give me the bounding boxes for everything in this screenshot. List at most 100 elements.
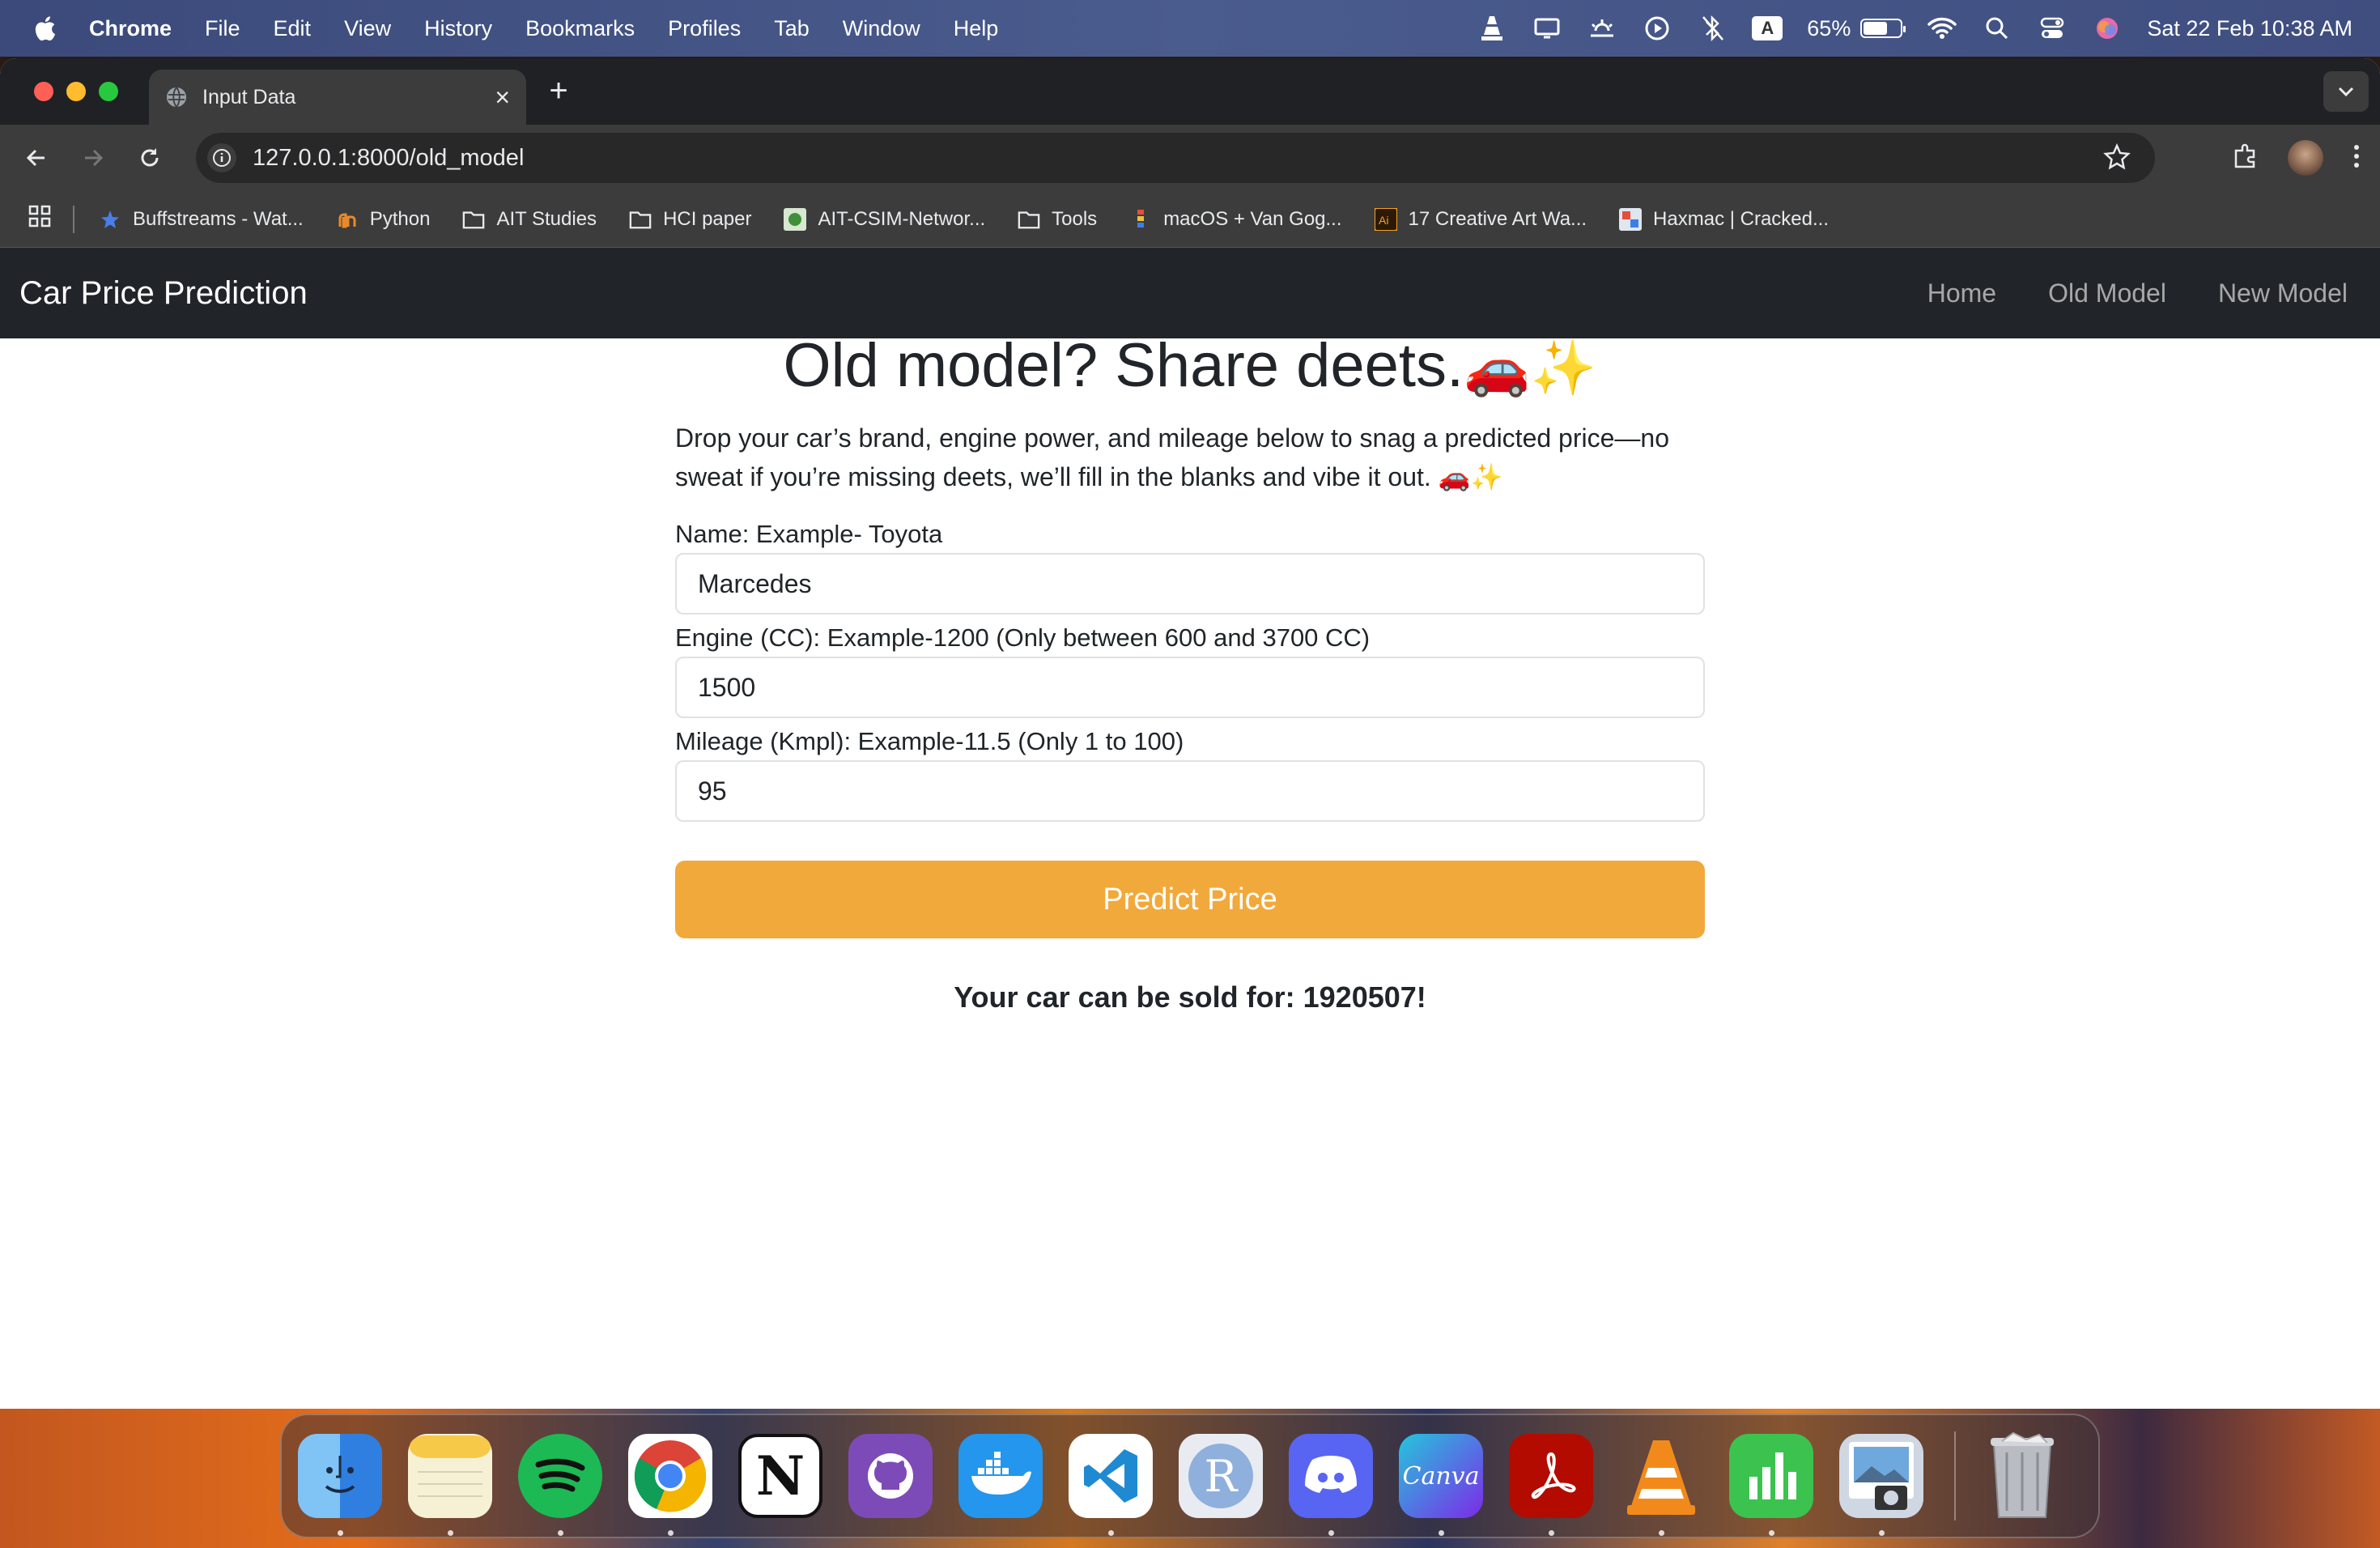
address-bar[interactable]: 127.0.0.1:8000/old_model [196, 133, 2155, 183]
spotlight-search-icon[interactable] [1982, 15, 2012, 42]
menubar-clock[interactable]: Sat 22 Feb 10:38 AM [2147, 16, 2352, 41]
bookmarks-separator [73, 205, 74, 233]
site-nav-links: Home Old Model New Model [1876, 248, 2348, 338]
display-status-icon[interactable] [1532, 15, 1562, 42]
trash-icon[interactable] [1980, 1431, 2064, 1518]
apple-icon[interactable] [32, 15, 57, 42]
globe-icon [167, 87, 186, 108]
engine-input[interactable]: 1500 [675, 657, 1705, 718]
nav-new-model-link[interactable]: New Model [2218, 279, 2348, 308]
spotify-icon[interactable] [518, 1434, 602, 1536]
profile-avatar[interactable] [2288, 140, 2323, 176]
bookmark-creative-art[interactable]: Ai 17 Creative Art Wa... [1374, 207, 1587, 231]
chrome-icon[interactable] [628, 1434, 712, 1536]
r-icon[interactable]: R [1179, 1434, 1263, 1518]
weather-status-icon[interactable] [1587, 15, 1617, 42]
vscode-icon[interactable] [1069, 1434, 1153, 1536]
folder-icon [629, 208, 652, 231]
notes-icon[interactable] [408, 1434, 492, 1536]
forward-arrow-icon[interactable] [73, 138, 113, 178]
bookmark-haxmac[interactable]: Haxmac | Cracked... [1619, 207, 1829, 231]
play-status-icon[interactable] [1642, 15, 1672, 42]
tab-input-data[interactable]: Input Data × [149, 70, 526, 125]
apps-grid-icon[interactable] [28, 204, 52, 234]
menu-bookmarks[interactable]: Bookmarks [525, 16, 635, 41]
bookmark-label: Buffstreams - Wat... [133, 207, 304, 230]
menu-window[interactable]: Window [843, 16, 920, 41]
battery-icon[interactable] [1860, 19, 1906, 38]
wifi-icon[interactable] [1927, 15, 1957, 42]
menu-app-name[interactable]: Chrome [89, 16, 172, 41]
notion-icon[interactable]: N [738, 1434, 822, 1518]
site-brand[interactable]: Car Price Prediction [19, 275, 308, 312]
bluetooth-off-icon[interactable] [1697, 15, 1728, 42]
back-arrow-icon[interactable] [16, 138, 57, 178]
bookmark-python[interactable]: Python [336, 208, 430, 231]
docker-icon[interactable] [958, 1434, 1043, 1518]
finder-icon[interactable] [298, 1434, 382, 1536]
predict-price-button[interactable]: Predict Price [675, 861, 1705, 938]
web-page: Car Price Prediction Home Old Model New … [0, 248, 2380, 1409]
menu-history[interactable]: History [424, 16, 492, 41]
running-indicator [668, 1530, 674, 1536]
new-tab-icon[interactable]: + [542, 73, 575, 109]
bookmark-ait-studies[interactable]: AIT Studies [462, 208, 597, 231]
menu-tab[interactable]: Tab [774, 16, 810, 41]
bookmark-label: macOS + Van Gog... [1163, 207, 1342, 230]
nav-old-model-link[interactable]: Old Model [2048, 279, 2166, 308]
acrobat-icon[interactable] [1509, 1434, 1593, 1536]
bookmark-ait-csim[interactable]: AIT-CSIM-Networ... [784, 207, 985, 231]
form-container: Old model? Share deets.🚗✨ Drop your car’… [675, 248, 1705, 1014]
bookmark-tools[interactable]: Tools [1018, 208, 1097, 231]
bookmark-star-icon[interactable] [2103, 142, 2131, 177]
prediction-result: Your car can be sold for: 1920507! [954, 980, 1426, 1014]
discord-icon[interactable] [1289, 1434, 1373, 1536]
engine-field-label: Engine (CC): Example-1200 (Only between … [675, 623, 1371, 652]
mileage-input[interactable]: 95 [675, 760, 1705, 822]
menu-view[interactable]: View [344, 16, 391, 41]
vlc-status-icon[interactable] [1477, 15, 1507, 42]
menu-file[interactable]: File [205, 16, 240, 41]
dock-divider [1954, 1431, 1956, 1520]
star-icon [99, 208, 121, 231]
name-input[interactable]: Marcedes [675, 553, 1705, 615]
bookmarks-bar: Buffstreams - Wat... Python AIT Studies … [0, 191, 2380, 248]
window-minimize-button[interactable] [66, 82, 86, 101]
running-indicator [1328, 1530, 1334, 1536]
menu-profiles[interactable]: Profiles [668, 16, 741, 41]
bookmark-macos-van-gogh[interactable]: macOS + Van Gog... [1129, 207, 1342, 231]
browser-toolbar: 127.0.0.1:8000/old_model [0, 125, 2380, 191]
page-description: Drop your car’s brand, engine power, and… [675, 423, 1669, 491]
bookmark-label: AIT Studies [496, 207, 597, 230]
bookmark-label: 17 Creative Art Wa... [1408, 207, 1587, 230]
window-close-button[interactable] [34, 82, 53, 101]
github-desktop-icon[interactable] [848, 1434, 933, 1518]
running-indicator [448, 1530, 453, 1536]
page-heading-text: Old model? Share deets. [783, 331, 1464, 400]
canva-icon[interactable]: Canva [1399, 1434, 1483, 1536]
bookmark-hci-paper[interactable]: HCI paper [629, 208, 751, 231]
bookmark-buffstreams[interactable]: Buffstreams - Wat... [99, 208, 304, 231]
running-indicator [1108, 1530, 1114, 1536]
window-zoom-button[interactable] [99, 82, 118, 101]
reload-icon[interactable] [130, 138, 170, 178]
chrome-menu-icon[interactable] [2352, 142, 2361, 174]
input-source-icon[interactable]: A [1752, 15, 1783, 42]
nav-home-link[interactable]: Home [1927, 279, 1996, 308]
site-info-icon[interactable] [207, 143, 236, 172]
input-source-label: A [1752, 16, 1783, 40]
control-center-icon[interactable] [2037, 15, 2068, 42]
tab-strip: Input Data × + [0, 58, 2380, 125]
bookmark-label: Tools [1052, 207, 1098, 230]
extensions-icon[interactable] [2231, 142, 2259, 174]
preview-icon[interactable] [1839, 1434, 1923, 1536]
vlc-icon[interactable] [1619, 1434, 1703, 1536]
tab-search-chevron-icon[interactable] [2323, 71, 2369, 112]
tab-close-icon[interactable]: × [495, 83, 510, 113]
menu-edit[interactable]: Edit [274, 16, 312, 41]
name-field-label: Name: Example- Toyota [675, 520, 943, 548]
siri-icon[interactable] [2092, 15, 2123, 42]
numbers-icon[interactable] [1729, 1434, 1813, 1536]
running-indicator [1549, 1530, 1554, 1536]
menu-help[interactable]: Help [954, 16, 999, 41]
